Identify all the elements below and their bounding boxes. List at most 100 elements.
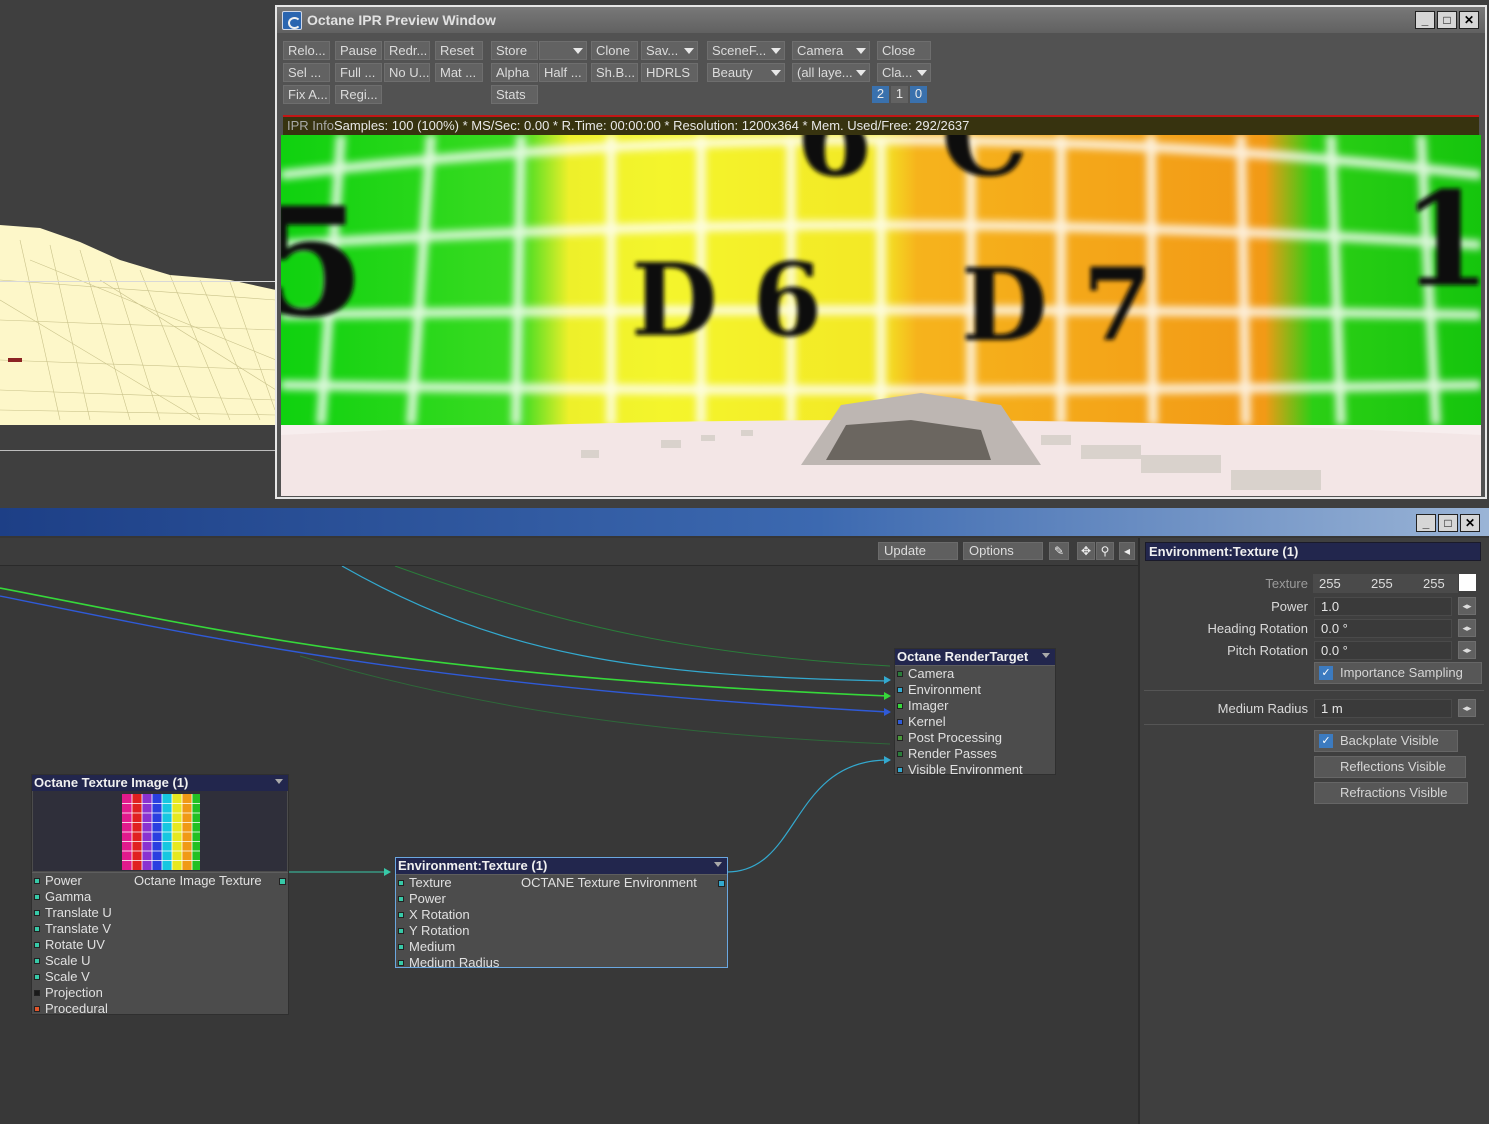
port-kernel[interactable]: Kernel: [895, 714, 1055, 730]
port-socket[interactable]: [34, 958, 40, 964]
pitch-rotation-input[interactable]: 0.0 °: [1314, 641, 1452, 660]
port-socket[interactable]: [34, 910, 40, 916]
layers-dropdown[interactable]: (all laye...: [792, 63, 870, 82]
port-projection[interactable]: Projection: [32, 985, 288, 1001]
store-slot-dropdown[interactable]: [539, 41, 587, 60]
render-target-node[interactable]: Octane RenderTarget Camera Environment I…: [894, 648, 1056, 778]
port-translate-v[interactable]: Translate V: [32, 921, 288, 937]
port-camera[interactable]: Camera: [895, 666, 1055, 682]
minimize-button[interactable]: _: [1416, 514, 1436, 532]
port-socket[interactable]: [34, 990, 40, 996]
port-socket[interactable]: [398, 912, 404, 918]
port-scale-v[interactable]: Scale V: [32, 969, 288, 985]
hdrls-button[interactable]: HDRLS: [641, 63, 698, 82]
port-socket[interactable]: [897, 735, 903, 741]
full-button[interactable]: Full ...: [335, 63, 382, 82]
number-0-button[interactable]: 0: [910, 86, 927, 103]
ipr-title-bar[interactable]: Octane IPR Preview Window _ □ ✕: [277, 7, 1485, 33]
port-y-rotation[interactable]: Y Rotation: [396, 923, 727, 939]
port-socket[interactable]: [34, 878, 40, 884]
port-socket[interactable]: [34, 942, 40, 948]
port-socket[interactable]: [897, 767, 903, 773]
material-button[interactable]: Mat ...: [435, 63, 483, 82]
update-button[interactable]: Update: [878, 542, 958, 560]
node-graph-canvas[interactable]: Octane Texture Image (1) Power Octane Im…: [0, 566, 1138, 1124]
move-icon[interactable]: ✥: [1077, 542, 1095, 560]
minimize-button[interactable]: _: [1415, 11, 1435, 29]
texture-b-value[interactable]: 255: [1423, 574, 1445, 593]
chevron-down-icon[interactable]: [714, 862, 722, 867]
environment-texture-node[interactable]: Environment:Texture (1) Texture OCTANE T…: [395, 857, 728, 971]
save-dropdown[interactable]: Sav...: [641, 41, 698, 60]
backplate-visible-checkbox[interactable]: ✓ Backplate Visible: [1314, 730, 1458, 752]
port-socket[interactable]: [398, 928, 404, 934]
shb-button[interactable]: Sh.B...: [591, 63, 638, 82]
node-header[interactable]: Octane Texture Image (1): [32, 775, 288, 791]
render-preview[interactable]: 5 6 C D 6 D 7 1: [281, 135, 1481, 496]
port-socket[interactable]: [34, 926, 40, 932]
texture-color-field[interactable]: 255 255 255: [1313, 574, 1458, 593]
port-scale-u[interactable]: Scale U: [32, 953, 288, 969]
chevron-down-icon[interactable]: [275, 779, 283, 784]
port-imager[interactable]: Imager: [895, 698, 1055, 714]
pen-icon[interactable]: ✎: [1049, 542, 1069, 560]
pitch-spinner-icon[interactable]: ◂▸: [1458, 641, 1476, 659]
node-header[interactable]: Octane RenderTarget: [895, 649, 1055, 665]
medium-radius-spinner-icon[interactable]: ◂▸: [1458, 699, 1476, 717]
importance-sampling-checkbox[interactable]: ✓ Importance Sampling: [1314, 662, 1482, 684]
store-button[interactable]: Store: [491, 41, 538, 60]
port-procedural[interactable]: Procedural: [32, 1001, 288, 1017]
port-power[interactable]: Power: [396, 891, 727, 907]
port-socket[interactable]: [398, 880, 404, 886]
maximize-button[interactable]: □: [1438, 514, 1458, 532]
close-window-button[interactable]: ✕: [1460, 514, 1480, 532]
fix-aspect-button[interactable]: Fix A...: [283, 85, 330, 104]
port-socket[interactable]: [34, 894, 40, 900]
scene-file-dropdown[interactable]: SceneF...: [707, 41, 785, 60]
camera-dropdown[interactable]: Camera: [792, 41, 870, 60]
class-dropdown[interactable]: Cla...: [877, 63, 931, 82]
port-translate-u[interactable]: Translate U: [32, 905, 288, 921]
chevron-down-icon[interactable]: [1042, 653, 1050, 658]
port-medium-radius[interactable]: Medium Radius: [396, 955, 727, 971]
port-medium[interactable]: Medium: [396, 939, 727, 955]
port-render-passes[interactable]: Render Passes: [895, 746, 1055, 762]
clone-button[interactable]: Clone: [591, 41, 638, 60]
port-socket[interactable]: [897, 719, 903, 725]
reflections-visible-checkbox[interactable]: Reflections Visible: [1314, 756, 1466, 778]
pause-button[interactable]: Pause: [335, 41, 382, 60]
port-gamma[interactable]: Gamma: [32, 889, 288, 905]
port-socket[interactable]: [398, 960, 404, 966]
texture-r-value[interactable]: 255: [1319, 574, 1341, 593]
close-ipr-button[interactable]: Close: [877, 41, 931, 60]
port-socket[interactable]: [34, 1006, 40, 1012]
select-button[interactable]: Sel ...: [283, 63, 330, 82]
port-visible-environment[interactable]: Visible Environment: [895, 762, 1055, 778]
collapse-left-icon[interactable]: ◂: [1119, 542, 1135, 560]
reload-button[interactable]: Relo...: [283, 41, 330, 60]
zoom-icon[interactable]: ⚲: [1096, 542, 1114, 560]
output-socket[interactable]: [279, 878, 286, 885]
no-update-button[interactable]: No U...: [384, 63, 430, 82]
port-socket[interactable]: [398, 944, 404, 950]
medium-radius-input[interactable]: 1 m: [1314, 699, 1452, 718]
options-button[interactable]: Options: [963, 542, 1043, 560]
port-socket[interactable]: [897, 751, 903, 757]
number-1-button[interactable]: 1: [891, 86, 908, 103]
color-swatch[interactable]: [1459, 574, 1476, 591]
texture-g-value[interactable]: 255: [1371, 574, 1393, 593]
stats-button[interactable]: Stats: [491, 85, 538, 104]
port-socket[interactable]: [897, 671, 903, 677]
power-spinner-icon[interactable]: ◂▸: [1458, 597, 1476, 615]
port-x-rotation[interactable]: X Rotation: [396, 907, 727, 923]
half-button[interactable]: Half ...: [539, 63, 587, 82]
node-header[interactable]: Environment:Texture (1): [396, 858, 727, 874]
port-rotate-uv[interactable]: Rotate UV: [32, 937, 288, 953]
port-socket[interactable]: [34, 974, 40, 980]
port-socket[interactable]: [897, 703, 903, 709]
refractions-visible-checkbox[interactable]: Refractions Visible: [1314, 782, 1468, 804]
heading-rotation-input[interactable]: 0.0 °: [1314, 619, 1452, 638]
maximize-button[interactable]: □: [1437, 11, 1457, 29]
output-socket[interactable]: [718, 880, 725, 887]
port-socket[interactable]: [398, 896, 404, 902]
